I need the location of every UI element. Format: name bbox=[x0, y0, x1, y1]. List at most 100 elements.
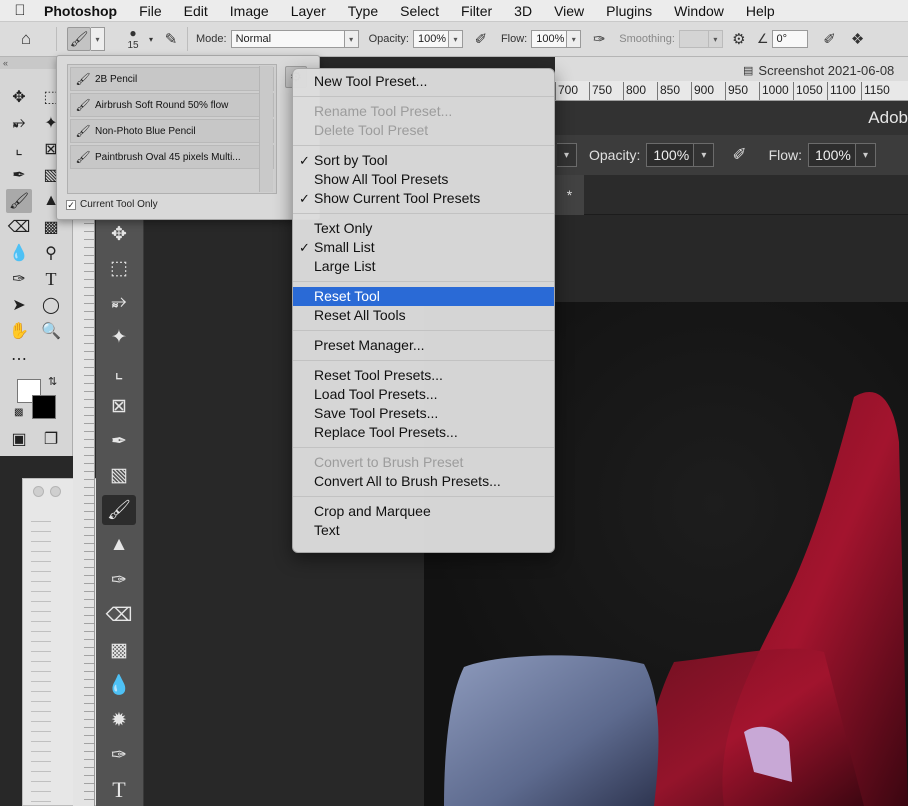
brush-tool-icon[interactable]: 🖌 bbox=[6, 189, 32, 213]
inner-mode-dropdown-icon[interactable]: ▾ bbox=[557, 143, 577, 167]
preset-item[interactable]: 🖌 Paintbrush Oval 45 pixels Multi... bbox=[70, 145, 274, 169]
current-tool-only-toggle[interactable]: ✓ Current Tool Only bbox=[66, 199, 158, 210]
hand-tool-icon[interactable]: ✋ bbox=[6, 319, 32, 343]
inner-blur-tool-icon[interactable]: 💧 bbox=[102, 670, 136, 700]
inner-quick-select-icon[interactable]: ✦ bbox=[102, 322, 136, 352]
menu-item-text-only[interactable]: Text Only bbox=[293, 219, 554, 238]
inner-history-brush-icon[interactable]: ✑ bbox=[102, 565, 136, 595]
menu-item-text[interactable]: Text bbox=[293, 521, 554, 540]
inner-lasso-tool-icon[interactable]: ⥵ bbox=[102, 287, 136, 317]
menu-item-save-tool-presets[interactable]: Save Tool Presets... bbox=[293, 404, 554, 423]
type-tool-icon[interactable]: T bbox=[38, 267, 64, 291]
menu-item-reset-all-tools[interactable]: Reset All Tools bbox=[293, 306, 554, 325]
document-tab[interactable]: ▤ Screenshot 2021-06-08 bbox=[743, 60, 894, 80]
zoom-tool-icon[interactable]: 🔍 bbox=[38, 319, 64, 343]
mode-select[interactable]: Normal bbox=[230, 30, 345, 48]
pen-tool-icon[interactable]: ✑ bbox=[6, 267, 32, 291]
inner-eyedropper-icon[interactable]: ✒ bbox=[102, 426, 136, 456]
swap-colors-icon[interactable]: ⇅ bbox=[48, 375, 57, 388]
lasso-tool-icon[interactable]: ⥵ bbox=[6, 111, 32, 135]
home-icon[interactable]: ⌂ bbox=[14, 27, 38, 51]
inner-flow-input[interactable]: 100% bbox=[808, 143, 857, 167]
move-tool-icon[interactable]: ✥ bbox=[6, 85, 32, 109]
tool-preset-dropdown[interactable]: ▾ bbox=[91, 27, 105, 51]
preset-item[interactable]: 🖌 2B Pencil bbox=[70, 67, 274, 91]
menu-select[interactable]: Select bbox=[389, 3, 450, 19]
apple-icon[interactable]:  bbox=[0, 2, 40, 19]
dodge-tool-icon[interactable]: ⚲ bbox=[38, 241, 64, 265]
screen-mode-icon[interactable]: ❐ bbox=[38, 427, 64, 451]
inner-flow-dropdown-icon[interactable]: ▾ bbox=[856, 143, 877, 167]
eraser-tool-icon[interactable]: ⌫ bbox=[6, 215, 32, 239]
inner-pen-tool-icon[interactable]: ✑ bbox=[102, 740, 136, 770]
inner-gradient-tool-icon[interactable]: ▩ bbox=[102, 635, 136, 665]
inner-opacity-dropdown-icon[interactable]: ▾ bbox=[694, 143, 715, 167]
menu-item-large-list[interactable]: Large List bbox=[293, 257, 554, 276]
menu-item-small-list[interactable]: ✓ Small List bbox=[293, 238, 554, 257]
inner-type-tool-icon[interactable]: T bbox=[102, 775, 136, 805]
menu-image[interactable]: Image bbox=[219, 3, 280, 19]
blur-tool-icon[interactable]: 💧 bbox=[6, 241, 32, 265]
menu-item-crop-and-marquee[interactable]: Crop and Marquee bbox=[293, 502, 554, 521]
inner-eraser-tool-icon[interactable]: ⌫ bbox=[102, 600, 136, 630]
background-color-swatch[interactable] bbox=[32, 395, 56, 419]
window-close[interactable] bbox=[33, 486, 44, 497]
default-colors-icon[interactable]: ▩ bbox=[14, 407, 23, 418]
quick-mask-icon[interactable]: ▣ bbox=[6, 427, 32, 451]
flow-input[interactable]: 100% bbox=[531, 30, 568, 48]
smoothing-dropdown-icon[interactable]: ▾ bbox=[708, 30, 723, 48]
inner-healing-brush-icon[interactable]: ▧ bbox=[102, 460, 136, 490]
angle-input[interactable]: 0° bbox=[771, 30, 808, 48]
menu-filter[interactable]: Filter bbox=[450, 3, 503, 19]
eyedropper-icon[interactable]: ✒ bbox=[6, 163, 32, 187]
path-selection-icon[interactable]: ➤ bbox=[6, 293, 32, 317]
presets-scrollbar[interactable] bbox=[259, 66, 273, 192]
opacity-dropdown-icon[interactable]: ▾ bbox=[448, 30, 463, 48]
menu-3d[interactable]: 3D bbox=[503, 3, 543, 19]
preset-item[interactable]: 🖌 Non-Photo Blue Pencil bbox=[70, 119, 274, 143]
menu-layer[interactable]: Layer bbox=[280, 3, 337, 19]
current-tool-only-checkbox[interactable]: ✓ bbox=[66, 199, 76, 210]
pressure-opacity-icon[interactable]: ✐ bbox=[469, 27, 493, 51]
tool-preset-picker-brush-icon[interactable]: 🖌 bbox=[67, 27, 91, 51]
brush-settings-icon[interactable]: ✎ bbox=[159, 27, 183, 51]
menu-item-sort-by-tool[interactable]: ✓ Sort by Tool bbox=[293, 151, 554, 170]
menu-window[interactable]: Window bbox=[663, 3, 735, 19]
crop-tool-icon[interactable]: ⌞ bbox=[6, 137, 32, 161]
inner-sponge-tool-icon[interactable]: ✹ bbox=[102, 705, 136, 735]
more-tools-icon[interactable]: ⋯ bbox=[6, 347, 32, 371]
flow-dropdown-icon[interactable]: ▾ bbox=[567, 30, 582, 48]
inner-move-tool-icon[interactable]: ✥ bbox=[102, 219, 136, 249]
gear-icon[interactable]: ⚙ bbox=[727, 27, 751, 51]
inner-marquee-tool-icon[interactable]: ⬚ bbox=[102, 253, 136, 283]
menu-plugins[interactable]: Plugins bbox=[595, 3, 663, 19]
inner-frame-tool-icon[interactable]: ⊠ bbox=[102, 391, 136, 421]
menu-item-preset-manager[interactable]: Preset Manager... bbox=[293, 336, 554, 355]
opacity-input[interactable]: 100% bbox=[412, 30, 449, 48]
pressure-size-icon[interactable]: ✐ bbox=[818, 27, 842, 51]
inner-pressure-icon[interactable]: ✐ bbox=[732, 145, 746, 165]
brush-size-dropdown-icon[interactable]: ▾ bbox=[149, 35, 153, 44]
menu-item-replace-tool-presets[interactable]: Replace Tool Presets... bbox=[293, 423, 554, 442]
menu-item-reset-tool-presets[interactable]: Reset Tool Presets... bbox=[293, 366, 554, 385]
menu-type[interactable]: Type bbox=[337, 3, 389, 19]
menu-item-new-tool-preset[interactable]: New Tool Preset... bbox=[293, 72, 554, 91]
smoothing-input[interactable] bbox=[678, 30, 709, 48]
inner-stamp-tool-icon[interactable]: ▲ bbox=[102, 530, 136, 560]
inner-brush-tool-icon[interactable]: 🖌 bbox=[102, 495, 136, 525]
menu-view[interactable]: View bbox=[543, 3, 595, 19]
menu-help[interactable]: Help bbox=[735, 3, 786, 19]
inner-document-tab[interactable]: * bbox=[555, 175, 584, 215]
preset-item[interactable]: 🖌 Airbrush Soft Round 50% flow bbox=[70, 93, 274, 117]
brush-size-picker[interactable]: ● 15 bbox=[119, 27, 147, 51]
inner-opacity-input[interactable]: 100% bbox=[646, 143, 695, 167]
airbrush-icon[interactable]: ✑ bbox=[587, 27, 611, 51]
inner-crop-tool-icon[interactable]: ⌞ bbox=[102, 357, 136, 387]
menu-item-load-tool-presets[interactable]: Load Tool Presets... bbox=[293, 385, 554, 404]
menu-file[interactable]: File bbox=[128, 3, 173, 19]
menu-item-convert-all-to-brush-presets[interactable]: Convert All to Brush Presets... bbox=[293, 472, 554, 491]
menu-app-name[interactable]: Photoshop bbox=[40, 3, 128, 19]
menu-item-show-all-tool-presets[interactable]: Show All Tool Presets bbox=[293, 170, 554, 189]
menu-item-reset-tool[interactable]: Reset Tool bbox=[293, 287, 554, 306]
window-minimize[interactable] bbox=[50, 486, 61, 497]
